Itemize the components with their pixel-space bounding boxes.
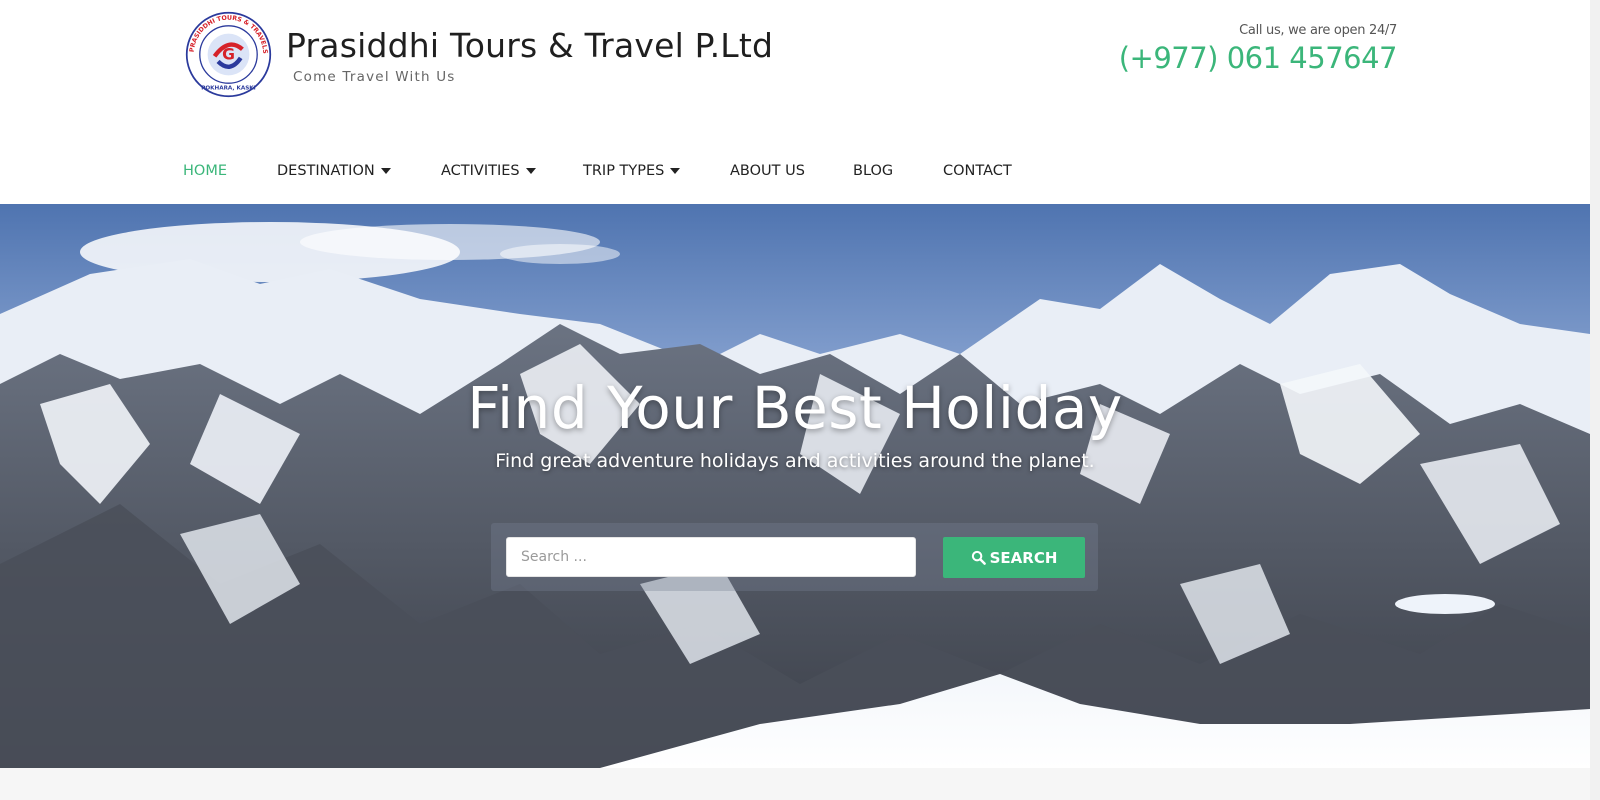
site-title[interactable]: Prasiddhi Tours & Travel P.Ltd — [286, 26, 773, 65]
nav-item-label: BLOG — [853, 163, 894, 179]
search-button-label: SEARCH — [989, 548, 1058, 567]
hero-subtitle: Find great adventure holidays and activi… — [495, 450, 1095, 472]
nav-item-activities[interactable]: ACTIVITIES — [441, 138, 536, 204]
nav-item-home[interactable]: HOME — [183, 138, 227, 204]
nav-item-label: HOME — [183, 163, 227, 179]
nav-item-destination[interactable]: DESTINATION — [277, 138, 391, 204]
mountain-background-image — [0, 204, 1590, 768]
page-scrollbar[interactable] — [1590, 0, 1600, 800]
nav-item-label: CONTACT — [943, 163, 1012, 179]
call-availability-label: Call us, we are open 24/7 — [1239, 23, 1397, 38]
nav-item-about-us[interactable]: ABOUT US — [730, 138, 805, 204]
site-header: G PRASIDDHI TOURS & TRAVELS (P.) LTD POK… — [0, 0, 1590, 139]
search-icon — [971, 550, 986, 565]
hero-title: Find Your Best Holiday — [467, 374, 1123, 442]
hero-banner: Find Your Best Holiday Find great advent… — [0, 204, 1590, 768]
page: G PRASIDDHI TOURS & TRAVELS (P.) LTD POK… — [0, 0, 1600, 800]
nav-item-contact[interactable]: CONTACT — [943, 138, 1012, 204]
caret-down-icon — [380, 168, 391, 174]
phone-number[interactable]: (+977) 061 457647 — [1119, 41, 1398, 75]
svg-text:G: G — [222, 45, 235, 64]
nav-item-label: TRIP TYPES — [583, 163, 665, 179]
nav-item-label: DESTINATION — [277, 163, 375, 179]
main-nav: HOME DESTINATION ACTIVITIES TRIP TYPES A… — [0, 138, 1590, 204]
search-form: SEARCH — [491, 523, 1098, 591]
svg-text:POKHARA, KASKI: POKHARA, KASKI — [201, 85, 256, 91]
nav-item-blog[interactable]: BLOG — [853, 138, 893, 204]
nav-item-label: ACTIVITIES — [441, 163, 520, 179]
nav-item-trip-types[interactable]: TRIP TYPES — [583, 138, 681, 204]
caret-down-icon — [525, 168, 536, 174]
caret-down-icon — [670, 168, 681, 174]
nav-item-label: ABOUT US — [730, 163, 805, 179]
site-tagline: Come Travel With Us — [293, 69, 456, 85]
page-section-divider — [0, 768, 1590, 800]
company-logo[interactable]: G PRASIDDHI TOURS & TRAVELS (P.) LTD POK… — [185, 11, 272, 98]
search-input[interactable] — [506, 537, 916, 577]
search-button[interactable]: SEARCH — [943, 537, 1085, 578]
